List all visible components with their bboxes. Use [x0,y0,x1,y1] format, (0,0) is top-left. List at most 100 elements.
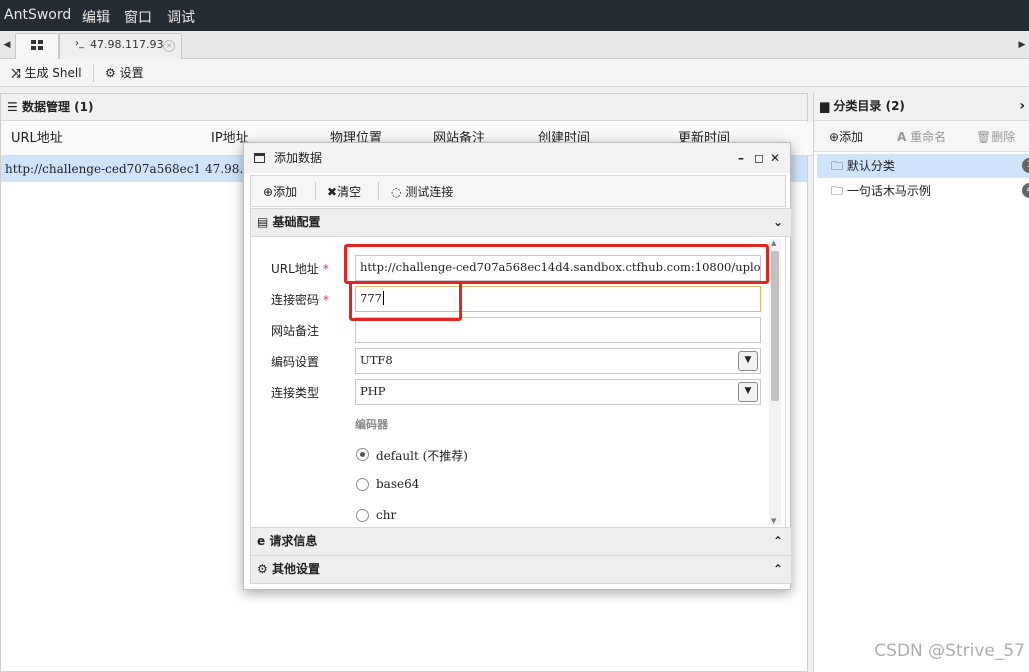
category-add-button[interactable]: ⊕添加 [829,128,863,145]
spinner-icon: ◌ [391,185,402,199]
request-info-title: 请求信息 [269,534,318,548]
category-item-webshell-example[interactable]: 🗀 一句话木马示例 4 [817,179,1029,203]
category-delete-button[interactable]: 🗑删除 [976,128,1015,145]
chevron-down-icon: ▼ [738,351,758,371]
data-panel-header: ☰ 数据管理 (1) [1,94,807,121]
encoder-default-radio[interactable] [356,448,369,461]
row-url: http://challenge-ced707a568ec14d4.s [5,162,199,176]
encoder-heading: 编码器 [355,418,388,431]
menu-debug[interactable]: 调试 [167,7,195,27]
chevron-up-icon: ⌃ [772,562,783,576]
chevron-down-icon: ▼ [738,382,758,402]
tab-terminal-label: 47.98.117.93 [90,38,164,51]
encoder-chr-radio[interactable] [356,509,369,522]
grid-icon [31,40,43,50]
basic-config-section[interactable]: ▤ 基础配置 ⌄ [250,208,792,237]
gears-icon: ⚙ [257,562,268,576]
note-label: 网站备注 [271,324,320,338]
password-highlight-box [349,281,462,321]
other-settings-title: 其他设置 [271,562,320,576]
chevron-up-icon: ⌃ [772,534,783,548]
main-toolbar: ⤨ 生成 Shell ⚙ 设置 [0,59,1029,87]
minimize-icon[interactable]: – [738,143,744,173]
window-icon [254,153,265,163]
menu-bar: AntSword 编辑 窗口 调试 [0,0,1029,31]
encoder-chr-label: chr [376,508,397,522]
encoding-value: UTF8 [360,353,393,367]
terminal-icon: ›_ [75,38,84,49]
dialog-add-label: 添加 [273,185,298,199]
scrollbar-thumb[interactable] [771,251,779,401]
dialog-clear-label: 清空 [337,185,362,199]
category-item-label: 默认分类 [846,159,895,173]
url-label: URL地址 * [271,262,329,276]
category-panel-title: 分类目录 (2) [833,99,905,113]
category-rename-button[interactable]: A 重命名 [897,128,946,145]
folder-icon: 🗀 [831,184,844,198]
close-icon[interactable]: ✕ [163,40,175,52]
request-info-section[interactable]: e 请求信息 ⌃ [250,527,792,556]
category-item-default[interactable]: 🗀 默认分类 1 [817,154,1029,178]
dialog-add-button[interactable]: ⊕添加 [263,183,297,200]
app-name: AntSword [4,7,72,23]
type-label: 连接类型 [271,386,320,400]
ie-icon: e [257,534,266,548]
test-connection-label: 测试连接 [405,185,454,199]
list-icon: ☰ [7,100,18,114]
encoder-base64-radio[interactable] [356,478,369,491]
radio-dot [360,452,365,457]
scroll-down-icon[interactable]: ▼ [771,517,776,525]
settings-button[interactable]: ⚙ 设置 [105,64,144,81]
chevron-right-icon[interactable]: › [1019,93,1025,120]
type-value: PHP [360,384,386,398]
category-rename-label: 重命名 [910,130,947,144]
category-delete-label: 删除 [991,130,1016,144]
type-select[interactable]: PHP ▼ [355,379,761,405]
category-add-label: 添加 [839,130,864,144]
add-data-dialog: 添加数据 – ◻ ✕ ⊕添加 ✖清空 ◌ 测试连接 ▤ 基础配置 ⌄ URL地址… [243,142,792,590]
category-toolbar: ⊕添加 A 重命名 🗑删除 [814,121,1029,152]
tab-scroll-left-icon[interactable]: ◀ [0,31,14,59]
font-icon: A [897,130,907,144]
folder-icon: 🗀 [831,159,844,173]
dialog-clear-button[interactable]: ✖清空 [327,183,361,200]
encoding-select[interactable]: UTF8 ▼ [355,348,761,374]
category-panel-header: ▆ 分类目录 (2) › [814,93,1029,121]
encoding-label: 编码设置 [271,355,320,369]
generate-shell-label: 生成 Shell [24,66,82,80]
tab-home[interactable] [15,33,59,59]
scroll-up-icon[interactable]: ▲ [771,239,776,247]
generate-shell-button[interactable]: ⤨ 生成 Shell [11,64,82,81]
settings-label: 设置 [119,66,144,80]
column-url[interactable]: URL地址 [1,122,212,156]
basic-config-title: 基础配置 [272,215,321,229]
form-scrollbar[interactable]: ▲ ▼ [769,239,781,525]
category-panel: ▆ 分类目录 (2) › ⊕添加 A 重命名 🗑删除 🗀 默认分类 1 🗀 一句… [813,93,1029,672]
other-settings-section[interactable]: ⚙ 其他设置 ⌃ [250,555,792,584]
tab-terminal[interactable]: ›_ 47.98.117.93 ✕ [59,33,182,59]
dialog-toolbar: ⊕添加 ✖清空 ◌ 测试连接 [250,175,786,207]
plus-circle-icon: ⊕ [829,130,840,144]
close-icon[interactable]: ✕ [770,143,780,173]
toolbar-divider [378,182,379,200]
password-label: 连接密码 * [271,293,330,307]
menu-window[interactable]: 窗口 [124,7,152,27]
encoder-default-label: default (不推荐) [376,449,468,463]
maximize-icon[interactable]: ◻ [754,143,764,173]
x-icon: ✖ [327,185,338,199]
dialog-title-bar: 添加数据 – ◻ ✕ [244,143,790,173]
test-connection-button[interactable]: ◌ 测试连接 [391,183,453,200]
count-badge: 4 [1022,183,1029,198]
gear-icon: ⚙ [105,66,116,80]
menu-edit[interactable]: 编辑 [82,7,110,27]
chevron-down-icon: ⌄ [772,215,783,229]
toolbar-divider [315,182,316,200]
tab-scroll-right-icon[interactable]: ▶ [1015,31,1029,59]
tab-strip: ◀ ›_ 47.98.117.93 ✕ ▶ [0,31,1029,59]
plus-circle-icon: ⊕ [263,185,274,199]
trash-icon: 🗑 [976,130,992,144]
dialog-title: 添加数据 [274,151,323,165]
file-text-icon: ▤ [257,215,269,229]
url-highlight-box [344,244,769,284]
count-badge: 1 [1022,158,1029,173]
